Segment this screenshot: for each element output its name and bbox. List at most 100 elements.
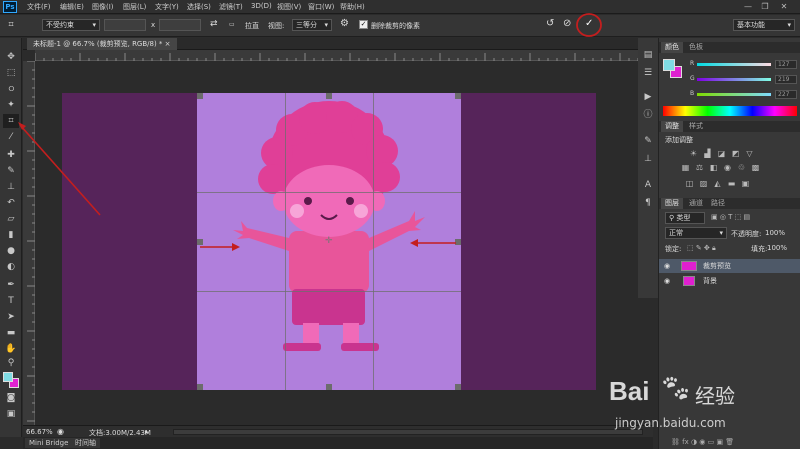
tab-color[interactable]: 颜色 — [661, 42, 683, 53]
channel-mixer-adjustment-icon[interactable]: ♲ — [737, 163, 746, 172]
eye-icon[interactable]: ◉ — [664, 259, 670, 273]
reset-crop-icon[interactable]: ↺ — [546, 18, 554, 29]
menu-filter[interactable]: 滤镜(T) — [219, 2, 243, 12]
crop-handle-bottom[interactable] — [326, 384, 332, 390]
crop-height-field[interactable] — [159, 19, 201, 31]
blue-value[interactable]: 227 — [775, 90, 797, 99]
cancel-crop-icon[interactable]: ⊘ — [563, 18, 571, 29]
green-value[interactable]: 219 — [775, 75, 797, 84]
menu-window[interactable]: 窗口(W) — [308, 2, 334, 12]
view-overlay-select[interactable]: 三等分 ▾ — [292, 19, 332, 31]
curves-adjustment-icon[interactable]: ◪ — [717, 149, 726, 158]
crop-handle-top-left[interactable] — [197, 93, 203, 99]
history-brush-tool-icon[interactable]: ↶ — [3, 196, 19, 210]
photo-filter-adjustment-icon[interactable]: ◉ — [723, 163, 732, 172]
tab-swatches[interactable]: 色板 — [685, 42, 707, 53]
layer-name[interactable]: 背景 — [703, 274, 717, 288]
green-slider[interactable] — [697, 78, 771, 81]
menu-file[interactable]: 文件(F) — [27, 2, 51, 12]
color-balance-adjustment-icon[interactable]: ⚖ — [695, 163, 704, 172]
status-info-icon[interactable]: ◉ — [57, 427, 64, 436]
menu-view[interactable]: 视图(V) — [277, 2, 301, 12]
close-window-button[interactable]: ✕ — [776, 1, 792, 12]
menu-select[interactable]: 选择(S) — [187, 2, 211, 12]
gradient-map-adjustment-icon[interactable]: ▬ — [727, 179, 736, 188]
delete-cropped-pixels-checkbox[interactable]: ✓ — [359, 20, 368, 29]
magic-wand-tool-icon[interactable]: ✦ — [3, 98, 19, 112]
brightness-adjustment-icon[interactable]: ☀ — [689, 149, 698, 158]
vibrance-adjustment-icon[interactable]: ▽ — [745, 149, 754, 158]
menu-layer[interactable]: 图层(L) — [123, 2, 146, 12]
crop-handle-top[interactable] — [326, 93, 332, 99]
clone-source-panel-icon[interactable]: ⊥ — [640, 152, 656, 166]
layer-actions-icons[interactable]: ⛓ fx ◑ ◉ ▭ ▣ 🗑︎ — [671, 438, 734, 446]
blue-slider[interactable] — [697, 93, 771, 96]
quick-mask-icon[interactable]: ◙ — [3, 391, 19, 405]
tab-styles[interactable]: 样式 — [685, 121, 707, 132]
status-menu-icon[interactable]: ▸ — [145, 428, 149, 436]
actions-panel-icon[interactable]: ▶ — [640, 90, 656, 104]
blend-mode-select[interactable]: 正常 ▾ — [665, 227, 727, 239]
workspace-select[interactable]: 基本功能 ▾ — [733, 19, 795, 31]
straighten-label[interactable]: 拉直 — [245, 21, 259, 31]
crop-handle-right[interactable] — [455, 239, 461, 245]
black-white-adjustment-icon[interactable]: ◧ — [709, 163, 718, 172]
tab-paths[interactable]: 路径 — [707, 198, 729, 209]
paragraph-panel-icon[interactable]: ¶ — [640, 196, 656, 210]
commit-crop-icon[interactable]: ✓ — [585, 18, 593, 29]
brush-tool-icon[interactable]: ✎ — [3, 164, 19, 178]
menu-help[interactable]: 帮助(H) — [340, 2, 365, 12]
fill-value[interactable]: 100% — [767, 244, 787, 252]
dodge-tool-icon[interactable]: ◐ — [3, 260, 19, 274]
tab-layers[interactable]: 图层 — [661, 198, 683, 209]
crop-handle-bottom-right[interactable] — [455, 384, 461, 390]
posterize-adjustment-icon[interactable]: ▨ — [699, 179, 708, 188]
character-panel-icon[interactable]: A — [640, 178, 656, 192]
healing-brush-tool-icon[interactable]: ✚ — [3, 148, 19, 162]
layer-filter-icons[interactable]: ▣ ◎ T ⬚ ▤ — [711, 213, 750, 221]
layer-row[interactable]: ◉ 背景 — [659, 274, 800, 288]
crop-handle-bottom-left[interactable] — [197, 384, 203, 390]
threshold-adjustment-icon[interactable]: ◭ — [713, 179, 722, 188]
lock-icons[interactable]: ⬚ ✎ ✥ 🔒︎ — [687, 244, 716, 253]
crop-handle-left[interactable] — [197, 239, 203, 245]
selective-color-adjustment-icon[interactable]: ▣ — [741, 179, 750, 188]
crop-box[interactable]: ✛ — [197, 93, 461, 390]
properties-panel-icon[interactable]: ☰ — [640, 66, 656, 80]
levels-adjustment-icon[interactable]: ▟ — [703, 149, 712, 158]
swap-dimensions-icon[interactable]: ⇄ — [210, 19, 218, 29]
menu-image[interactable]: 图像(I) — [92, 2, 114, 12]
brush-panel-icon[interactable]: ✎ — [640, 134, 656, 148]
exposure-adjustment-icon[interactable]: ◩ — [731, 149, 740, 158]
foreground-color-swatch[interactable] — [3, 372, 13, 382]
tab-timeline[interactable]: 时间轴 — [71, 438, 100, 448]
invert-adjustment-icon[interactable]: ◫ — [685, 179, 694, 188]
opacity-value[interactable]: 100% — [765, 229, 785, 237]
menu-3d[interactable]: 3D(D) — [251, 2, 272, 10]
color-spectrum-bar[interactable] — [663, 106, 797, 116]
zoom-level[interactable]: 66.67% — [26, 428, 53, 436]
eyedropper-tool-icon[interactable]: ⁄ — [3, 130, 19, 144]
tab-channels[interactable]: 通道 — [685, 198, 707, 209]
document-tab[interactable]: 未标题-1 @ 66.7% (裁剪预览, RGB/8) * × — [27, 38, 177, 50]
red-slider[interactable] — [697, 63, 771, 66]
hue-saturation-adjustment-icon[interactable]: ▦ — [681, 163, 690, 172]
hand-tool-icon[interactable]: ✋ — [3, 342, 19, 356]
minimize-button[interactable]: — — [740, 1, 756, 12]
screen-mode-icon[interactable]: ▣ — [3, 407, 19, 421]
eraser-tool-icon[interactable]: ▱ — [3, 212, 19, 226]
pen-tool-icon[interactable]: ✒ — [3, 278, 19, 292]
move-tool-icon[interactable]: ✥ — [3, 50, 19, 64]
ratio-select[interactable]: 不受约束 ▾ — [42, 19, 100, 31]
history-panel-icon[interactable]: ▤ — [640, 48, 656, 62]
layer-filter-select[interactable]: ⚲ 类型 — [665, 212, 705, 224]
layer-name[interactable]: 裁剪预览 — [703, 259, 731, 273]
straighten-icon[interactable]: ▭ — [229, 21, 235, 28]
crop-tool-preset-icon[interactable]: ⌗ — [3, 18, 19, 32]
clone-stamp-tool-icon[interactable]: ⊥ — [3, 180, 19, 194]
close-tab-icon[interactable]: × — [165, 40, 171, 48]
red-value[interactable]: 127 — [775, 60, 797, 69]
color-panel-foreground[interactable] — [663, 59, 675, 71]
lasso-tool-icon[interactable]: ഠ — [3, 82, 19, 96]
blur-tool-icon[interactable]: ● — [3, 244, 19, 258]
